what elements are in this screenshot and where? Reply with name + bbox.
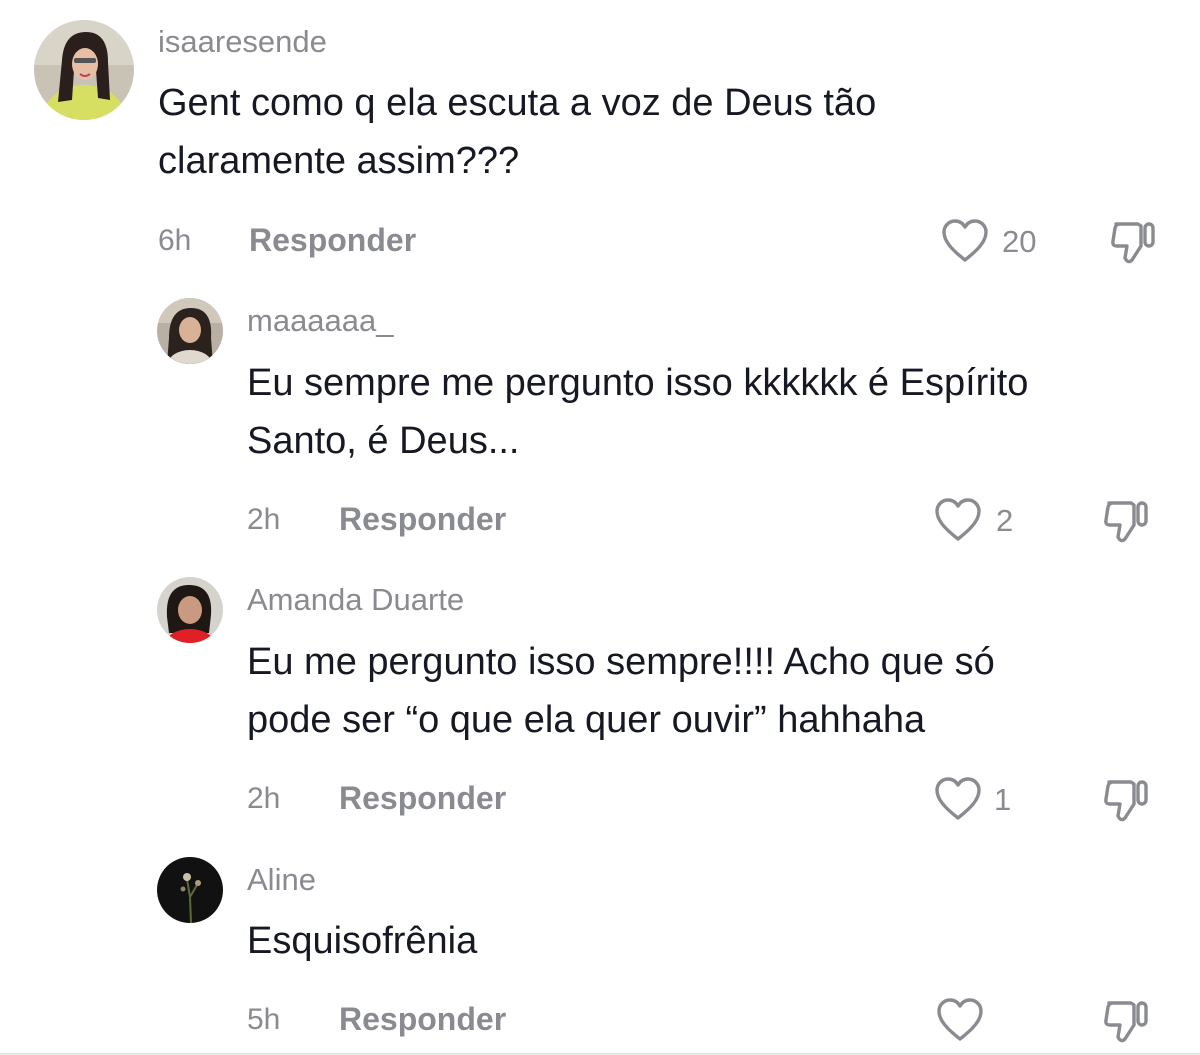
heart-outline-icon[interactable] bbox=[936, 997, 984, 1043]
comment-text-line: Esquisofrênia bbox=[247, 920, 478, 962]
heart-outline-icon[interactable] bbox=[934, 776, 982, 822]
comment-text: Eu sempre me pergunto isso kkkkkk é Espí… bbox=[247, 354, 1028, 470]
like-count: 20 bbox=[1002, 224, 1037, 259]
comment-username[interactable]: Amanda Duarte bbox=[247, 582, 464, 618]
reply-button[interactable]: Responder bbox=[339, 1001, 506, 1038]
heart-outline-icon[interactable] bbox=[941, 218, 989, 264]
comment-text: Esquisofrênia bbox=[247, 912, 477, 970]
comment-text-line: Santo, é Deus... bbox=[247, 420, 520, 462]
comment-text: Gent como q ela escuta a voz de Deus tão… bbox=[158, 74, 876, 190]
thumbs-down-icon[interactable] bbox=[1101, 497, 1151, 545]
thumbs-down-icon[interactable] bbox=[1101, 997, 1151, 1045]
comment-username[interactable]: isaaresende bbox=[158, 24, 327, 60]
comment-username[interactable]: maaaaaa_ bbox=[247, 303, 394, 339]
like-count: 1 bbox=[994, 782, 1012, 817]
comment-text-line: pode ser “o que ela quer ouvir” hahhaha bbox=[247, 699, 926, 741]
avatar[interactable] bbox=[157, 577, 223, 643]
comment-time: 6h bbox=[158, 224, 192, 257]
comment-text-line: Gent como q ela escuta a voz de Deus tão bbox=[158, 82, 877, 124]
comment-time: 2h bbox=[247, 503, 281, 536]
reply-button[interactable]: Responder bbox=[339, 780, 506, 817]
thumbs-down-icon[interactable] bbox=[1101, 776, 1151, 824]
reply-button[interactable]: Responder bbox=[339, 501, 506, 538]
comment-text: Eu me pergunto isso sempre!!!! Acho que … bbox=[247, 633, 995, 749]
reply-button[interactable]: Responder bbox=[249, 222, 416, 259]
comment-time: 5h bbox=[247, 1003, 281, 1036]
avatar[interactable] bbox=[157, 298, 223, 364]
comment-text-line: claramente assim??? bbox=[158, 140, 520, 182]
thumbs-down-icon[interactable] bbox=[1108, 218, 1158, 266]
avatar[interactable] bbox=[34, 20, 134, 120]
avatar[interactable] bbox=[157, 857, 223, 923]
like-count: 2 bbox=[996, 503, 1014, 538]
comment-time: 2h bbox=[247, 782, 281, 815]
comment-text-line: Eu me pergunto isso sempre!!!! Acho que … bbox=[247, 641, 995, 683]
comment-text-line: Eu sempre me pergunto isso kkkkkk é Espí… bbox=[247, 362, 1029, 404]
heart-outline-icon[interactable] bbox=[934, 497, 982, 543]
comment-username[interactable]: Aline bbox=[247, 862, 316, 898]
